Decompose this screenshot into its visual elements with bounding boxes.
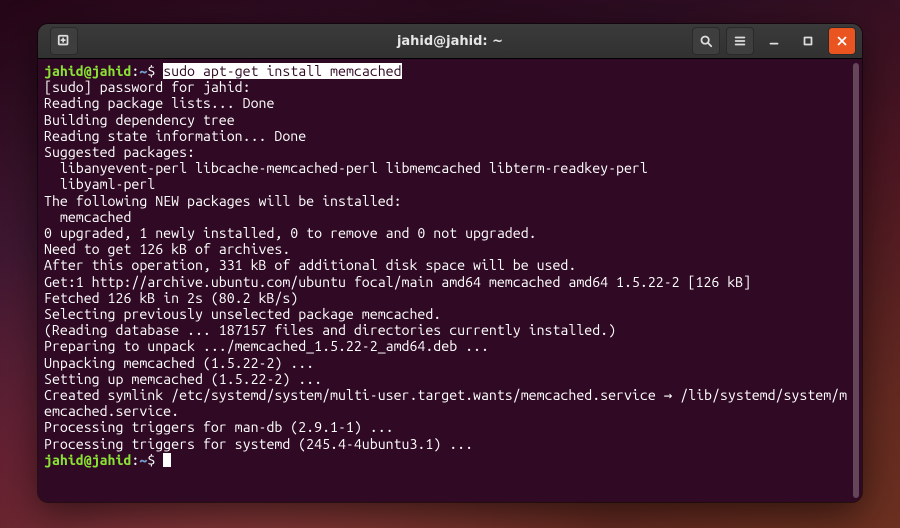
terminal-viewport[interactable]: jahid@jahid:~$ sudo apt-get install memc… bbox=[38, 59, 862, 502]
close-icon bbox=[835, 34, 849, 48]
new-tab-icon bbox=[57, 34, 71, 48]
terminal-window: jahid@jahid: ~ bbox=[38, 24, 862, 502]
maximize-icon bbox=[801, 34, 815, 48]
cursor bbox=[163, 453, 171, 467]
close-button[interactable] bbox=[828, 27, 856, 55]
search-button[interactable] bbox=[692, 27, 720, 55]
new-tab-button[interactable] bbox=[50, 27, 78, 55]
scrollbar[interactable] bbox=[853, 63, 859, 498]
titlebar: jahid@jahid: ~ bbox=[38, 24, 862, 59]
hamburger-icon bbox=[733, 34, 747, 48]
minimize-icon bbox=[767, 34, 781, 48]
minimize-button[interactable] bbox=[760, 27, 788, 55]
menu-button[interactable] bbox=[726, 27, 754, 55]
search-icon bbox=[699, 34, 713, 48]
maximize-button[interactable] bbox=[794, 27, 822, 55]
terminal-text[interactable]: jahid@jahid:~$ sudo apt-get install memc… bbox=[38, 59, 862, 468]
